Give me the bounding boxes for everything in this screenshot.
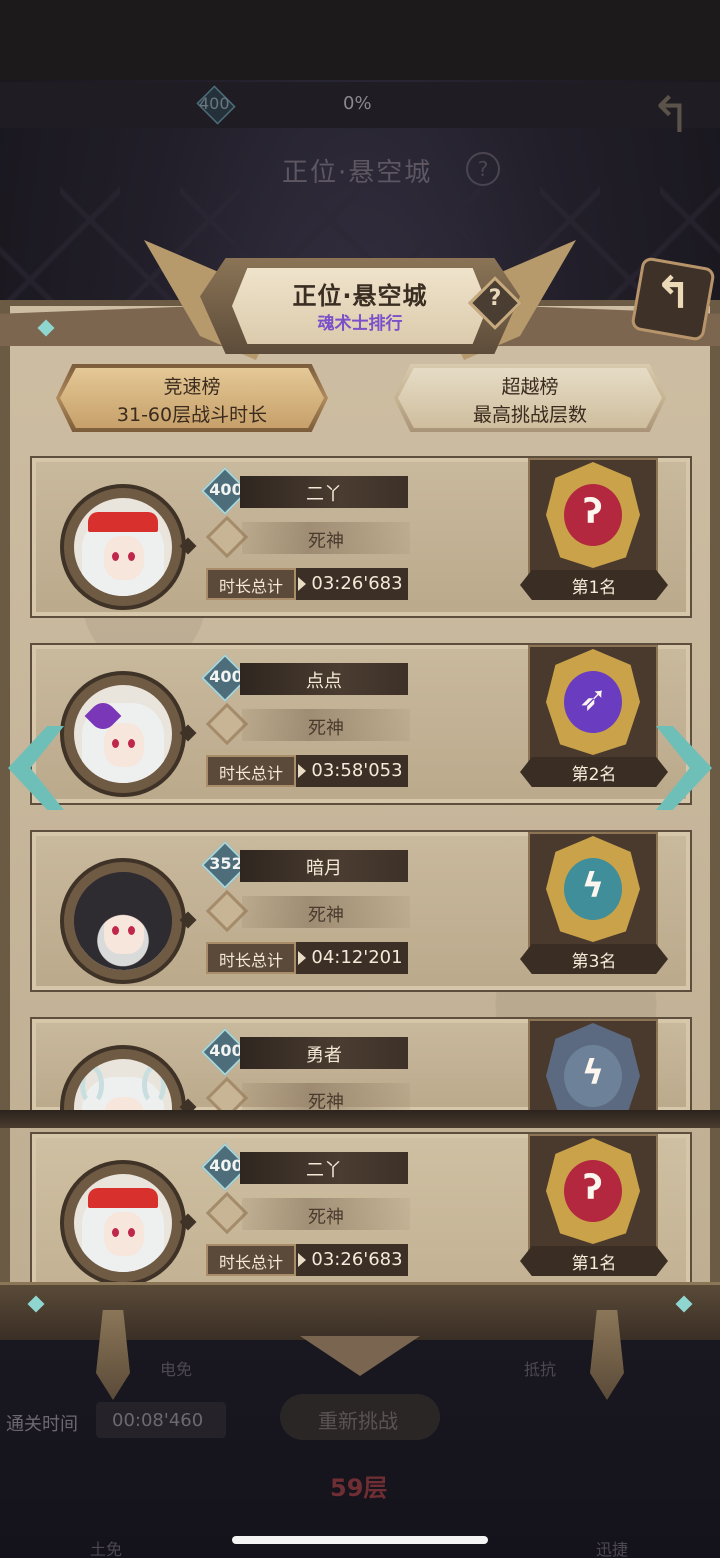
back-icon[interactable]: ↰ [636,268,710,319]
avatar[interactable] [60,858,186,984]
total-time: 03:26'683 [311,573,403,594]
avatar-portrait [74,872,172,970]
avatar-face [104,536,144,580]
background-clear-time-label: 通关时间 [6,1414,78,1435]
help-icon[interactable]: ? [476,286,514,311]
tab-surpass-ranking-title: 超越榜 [501,376,559,398]
rank-position: 第1名 [571,1254,617,1274]
background-retry-label: 重新挑战 [318,1409,398,1433]
background-floor-label: 59层 [330,1474,388,1502]
medal-rune-icon: ʔ [583,492,603,532]
avatar-horn [80,1065,104,1105]
page-title: 正位·悬空城 [292,282,428,310]
avatar-portrait [74,498,172,596]
tab-surpass-ranking-subtitle: 最高挑战层数 [472,404,587,426]
background-progress-percent: 0% [343,93,372,114]
avatar[interactable] [60,671,186,797]
background-level-text: 400 [199,94,230,113]
time-arrow-icon [298,1253,306,1267]
avatar-eye [112,739,119,748]
avatar-eye [112,1228,119,1237]
rank-card-4[interactable]: 400 勇者 死神 ϟ [30,1017,692,1113]
total-time: 03:26'683 [311,1249,403,1270]
player-class: 死神 [308,1207,344,1228]
time-label: 时长总计 [218,577,283,596]
home-indicator[interactable] [232,1536,488,1544]
avatar-face [104,1212,144,1256]
avatar-eye [112,552,119,561]
time-arrow-icon [298,577,306,591]
rank-card-2[interactable]: 400 点点 死神 时长总计 03:58'053 ➶ 第2名 [30,643,692,805]
time-label: 时长总计 [218,1253,283,1272]
tab-speed-ranking-subtitle: 31-60层战斗时长 [116,404,268,426]
avatar-eye [128,552,135,561]
avatar-eye [128,1228,135,1237]
time-arrow-icon [298,951,306,965]
tab-speed-ranking-title: 竞速榜 [163,376,221,398]
page-subtitle: 魂术士排行 [317,314,403,334]
rank-position: 第3名 [571,952,617,972]
player-class: 死神 [308,905,344,926]
background-bottom-left-label: 土免 [90,1540,123,1558]
tab-surpass-ranking[interactable]: 超越榜 最高挑战层数 [394,364,666,432]
player-name: 勇者 [306,1045,342,1066]
background-clear-time-value: 00:08'460 [112,1410,204,1431]
avatar-portrait [74,1059,172,1111]
avatar-thorn-crown [88,512,158,532]
medal-rune-icon: ➶ [578,679,608,719]
rank-position: 第2名 [571,765,617,785]
panel-frame-left [0,300,10,1310]
avatar[interactable] [60,1045,186,1111]
rank-card-3[interactable]: 352 暗月 死神 时长总计 04:12'201 ϟ 第3名 [30,830,692,992]
avatar-portrait [74,1174,172,1272]
player-class: 死神 [308,531,344,552]
status-bar-area [0,0,720,80]
my-rank-divider [0,1110,720,1128]
avatar[interactable] [60,484,186,610]
background-bottom-right-label: 迅捷 [596,1540,629,1558]
avatar[interactable] [60,1160,186,1286]
rank-position: 第1名 [571,578,617,598]
tab-speed-ranking[interactable]: 竞速榜 31-60层战斗时长 [56,364,328,432]
player-name: 二丫 [306,1160,342,1181]
total-time: 03:58'053 [311,760,403,781]
avatar-portrait [74,685,172,783]
background-back-icon: ↰ [650,86,692,144]
avatar-eye [128,739,135,748]
player-name: 二丫 [306,484,342,505]
time-label: 时长总计 [218,951,283,970]
rank-card-1[interactable]: 400 二丫 死神 时长总计 03:26'683 ʔ 第1名 [30,456,692,618]
player-class: 死神 [308,718,344,739]
avatar-face [104,723,144,767]
avatar-thorn-crown [88,1188,158,1208]
avatar-hood [74,872,172,970]
panel-frame-right [710,300,720,1310]
time-label: 时长总计 [218,764,283,783]
background-skill-left: 电免 [160,1360,193,1379]
time-arrow-icon [298,764,306,778]
medal-rune-icon: ϟ [581,866,605,906]
medal-rune-icon: ʔ [583,1168,603,1208]
my-rank-card[interactable]: 400 二丫 死神 时长总计 03:26'683 ʔ 第1名 [30,1132,692,1294]
total-time: 04:12'201 [311,947,403,968]
background-skill-right: 抵抗 [524,1360,557,1379]
player-name: 暗月 [306,858,342,879]
player-name: 点点 [306,671,342,692]
medal-rune-icon: ϟ [581,1053,605,1093]
avatar-horn [142,1065,166,1105]
